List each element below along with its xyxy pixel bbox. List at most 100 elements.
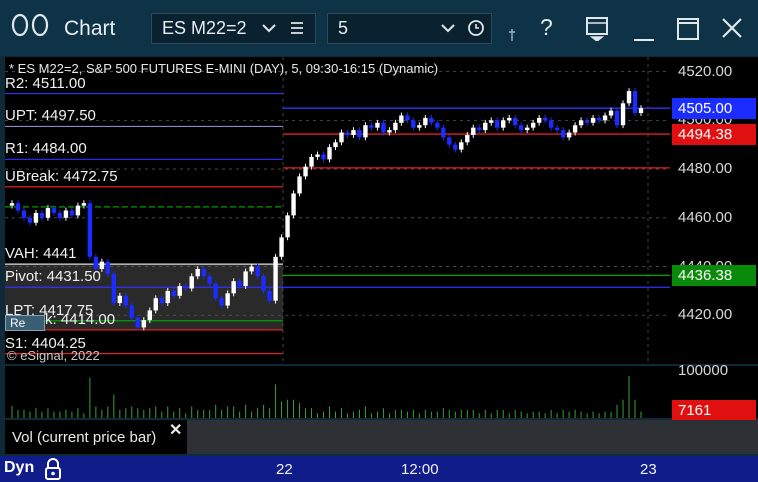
candle bbox=[81, 203, 87, 206]
symbol-value: ES M22=2 bbox=[162, 18, 247, 38]
candle bbox=[297, 176, 302, 194]
volume-study-tag[interactable]: Vol (current price bar) ✕ bbox=[5, 420, 187, 454]
candle bbox=[303, 166, 308, 177]
chevron-down-icon[interactable] bbox=[262, 14, 276, 51]
price-axis-tick: 4460.00 bbox=[678, 208, 733, 226]
candle bbox=[566, 132, 572, 138]
time-label-22: 22 bbox=[276, 461, 293, 478]
candle bbox=[477, 127, 482, 131]
candle bbox=[632, 91, 638, 114]
candle bbox=[339, 132, 344, 143]
candle bbox=[9, 203, 15, 206]
candle bbox=[381, 122, 386, 133]
close-icon[interactable]: ✕ bbox=[169, 420, 182, 440]
candle bbox=[135, 317, 140, 328]
candle bbox=[273, 256, 278, 301]
candle bbox=[123, 295, 129, 306]
candle bbox=[15, 203, 21, 211]
candle bbox=[69, 210, 75, 216]
candle bbox=[363, 125, 368, 138]
candle bbox=[483, 122, 488, 131]
candle bbox=[536, 117, 542, 123]
candle bbox=[602, 115, 608, 121]
time-axis-bar[interactable]: Dyn 22 12:00 23 bbox=[0, 456, 758, 482]
candle bbox=[129, 305, 135, 318]
level-label: Pivot: 4431.50 bbox=[5, 268, 101, 286]
copyright: © eSignal, 2022 bbox=[7, 348, 100, 363]
chevron-down-icon[interactable] bbox=[441, 14, 455, 51]
candle bbox=[411, 120, 416, 128]
candle bbox=[578, 120, 584, 126]
candle bbox=[279, 237, 284, 257]
candle bbox=[147, 310, 152, 321]
app-logo-icon[interactable] bbox=[10, 12, 54, 45]
candle bbox=[117, 295, 123, 304]
candle bbox=[51, 208, 57, 213]
pin-icon[interactable] bbox=[508, 28, 516, 46]
candle bbox=[93, 256, 99, 269]
candle bbox=[285, 215, 290, 238]
candle bbox=[387, 130, 392, 133]
candle bbox=[524, 127, 530, 131]
candle bbox=[267, 290, 272, 301]
candle bbox=[501, 120, 506, 128]
print-icon[interactable] bbox=[585, 15, 609, 46]
level-label: R2: 4511.00 bbox=[5, 74, 86, 92]
price-axis-tick: 4480.00 bbox=[678, 160, 733, 178]
candle bbox=[405, 115, 410, 121]
list-icon[interactable] bbox=[290, 14, 304, 51]
volume-plot[interactable] bbox=[5, 366, 670, 418]
candle bbox=[369, 125, 374, 128]
candle bbox=[231, 281, 236, 294]
candle bbox=[471, 127, 476, 135]
candle bbox=[638, 108, 644, 114]
minimize-icon[interactable] bbox=[632, 16, 656, 47]
candle bbox=[255, 266, 260, 277]
candle bbox=[459, 142, 464, 150]
candle bbox=[572, 125, 578, 133]
candle bbox=[513, 117, 518, 126]
candle bbox=[141, 320, 146, 328]
clock-icon[interactable] bbox=[467, 14, 485, 51]
candle bbox=[177, 286, 182, 296]
candle bbox=[321, 154, 326, 160]
candle bbox=[159, 298, 164, 304]
level-label: R1: 4484.00 bbox=[5, 140, 87, 158]
candle bbox=[608, 110, 614, 116]
candle bbox=[626, 91, 632, 104]
help-icon[interactable]: ? bbox=[540, 14, 553, 41]
volume-chart[interactable] bbox=[5, 366, 670, 418]
price-chart[interactable]: * ES M22=2, S&P 500 FUTURES E-MINI (DAY)… bbox=[5, 57, 670, 364]
candle bbox=[351, 130, 356, 135]
time-label-23: 23 bbox=[640, 461, 657, 478]
interval-input[interactable]: 5 bbox=[327, 13, 492, 44]
candle bbox=[530, 122, 536, 128]
volume-axis[interactable]: 100000 7161 bbox=[670, 362, 758, 421]
candle bbox=[560, 130, 566, 138]
dynamic-mode-label[interactable]: Dyn bbox=[4, 459, 34, 477]
lock-icon[interactable] bbox=[44, 458, 62, 482]
candle bbox=[441, 127, 446, 138]
re-button[interactable]: Re bbox=[5, 315, 45, 331]
candle bbox=[213, 283, 218, 299]
candle bbox=[39, 212, 45, 218]
price-axis-tick: 4520.00 bbox=[678, 62, 733, 80]
candle bbox=[495, 120, 500, 128]
candle bbox=[465, 134, 470, 143]
candle bbox=[237, 281, 242, 287]
candle bbox=[249, 266, 254, 272]
candle bbox=[171, 290, 176, 296]
candle bbox=[447, 137, 452, 145]
candle bbox=[542, 117, 548, 121]
candle bbox=[435, 122, 440, 128]
symbol-input[interactable]: ES M22=2 bbox=[151, 13, 316, 44]
level-label: UBreak: 4472.75 bbox=[5, 167, 118, 185]
price-badge: 4494.38 bbox=[672, 124, 756, 146]
close-icon[interactable] bbox=[720, 16, 744, 47]
candle bbox=[27, 217, 33, 223]
price-axis[interactable]: 4520.004500.004480.004460.004440.004420.… bbox=[670, 57, 758, 364]
candle bbox=[75, 205, 81, 216]
maximize-icon[interactable] bbox=[676, 16, 700, 47]
candle bbox=[429, 117, 434, 123]
volume-current-badge: 7161 bbox=[672, 400, 756, 421]
